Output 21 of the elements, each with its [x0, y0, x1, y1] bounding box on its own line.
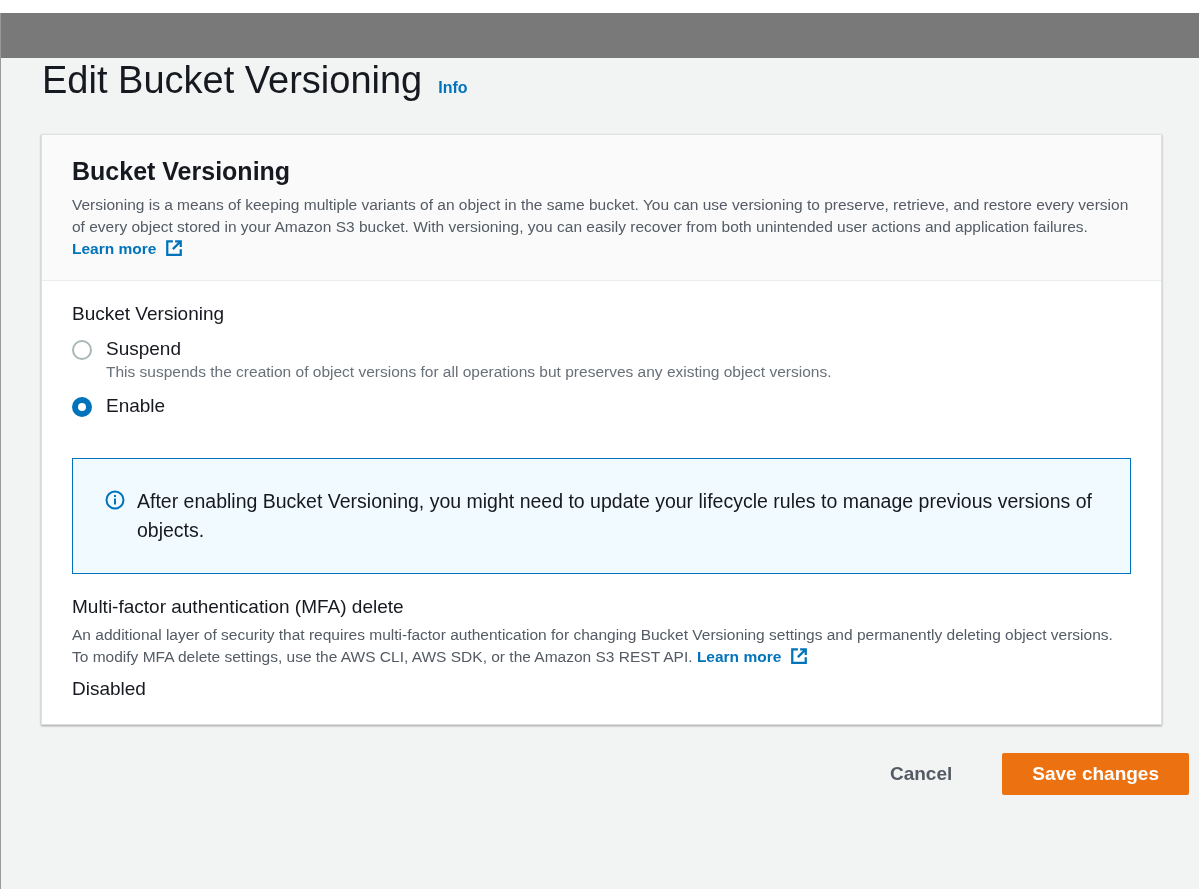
cancel-button[interactable]: Cancel [883, 753, 959, 795]
field-label: Bucket Versioning [72, 303, 226, 325]
card-description: Versioning is a means of keeping multiple variants of an object in the same bucket. You can use versioning to preserve, retrieve, and restore every version of every object stored in your Amazon S3 bucket. With versioning, you can easily recover from both unintended user actions and application failures. Learn more [72, 195, 1130, 259]
page-title: Edit Bucket Versioning [42, 58, 423, 102]
learn-more-link[interactable]: Learn more [696, 648, 808, 665]
info-link[interactable]: Info [438, 79, 468, 97]
info-icon [105, 490, 125, 510]
external-link-icon [789, 647, 808, 665]
radio-button[interactable] [72, 397, 92, 417]
option-label: Enable [106, 394, 166, 418]
mfa-description: An additional layer of security that requires multi-factor authentication for changing Bucket Versioning settings and permanently deleting object versions. To modify MFA delete settings, use the AWS CLI, AWS SDK, or the Amazon S3 REST API. Learn more [72, 625, 1114, 667]
external-link-icon [164, 239, 183, 257]
alert-message: After enabling Bucket Versioning, you might need to update your lifecycle rules to manage previous versions of objects. [137, 489, 1093, 543]
option-description: This suspends the creation of object versions for all operations but preserves any existing object versions. [106, 362, 832, 382]
mfa-label: Multi-factor authentication (MFA) delete [72, 596, 405, 618]
save-button[interactable]: Save changes [1002, 753, 1189, 795]
card-title: Bucket Versioning [72, 157, 292, 186]
mfa-status: Disabled [72, 678, 147, 700]
option-label: Suspend [106, 337, 182, 361]
radio-button[interactable] [72, 340, 92, 360]
learn-more-link[interactable]: Learn more [72, 240, 183, 257]
